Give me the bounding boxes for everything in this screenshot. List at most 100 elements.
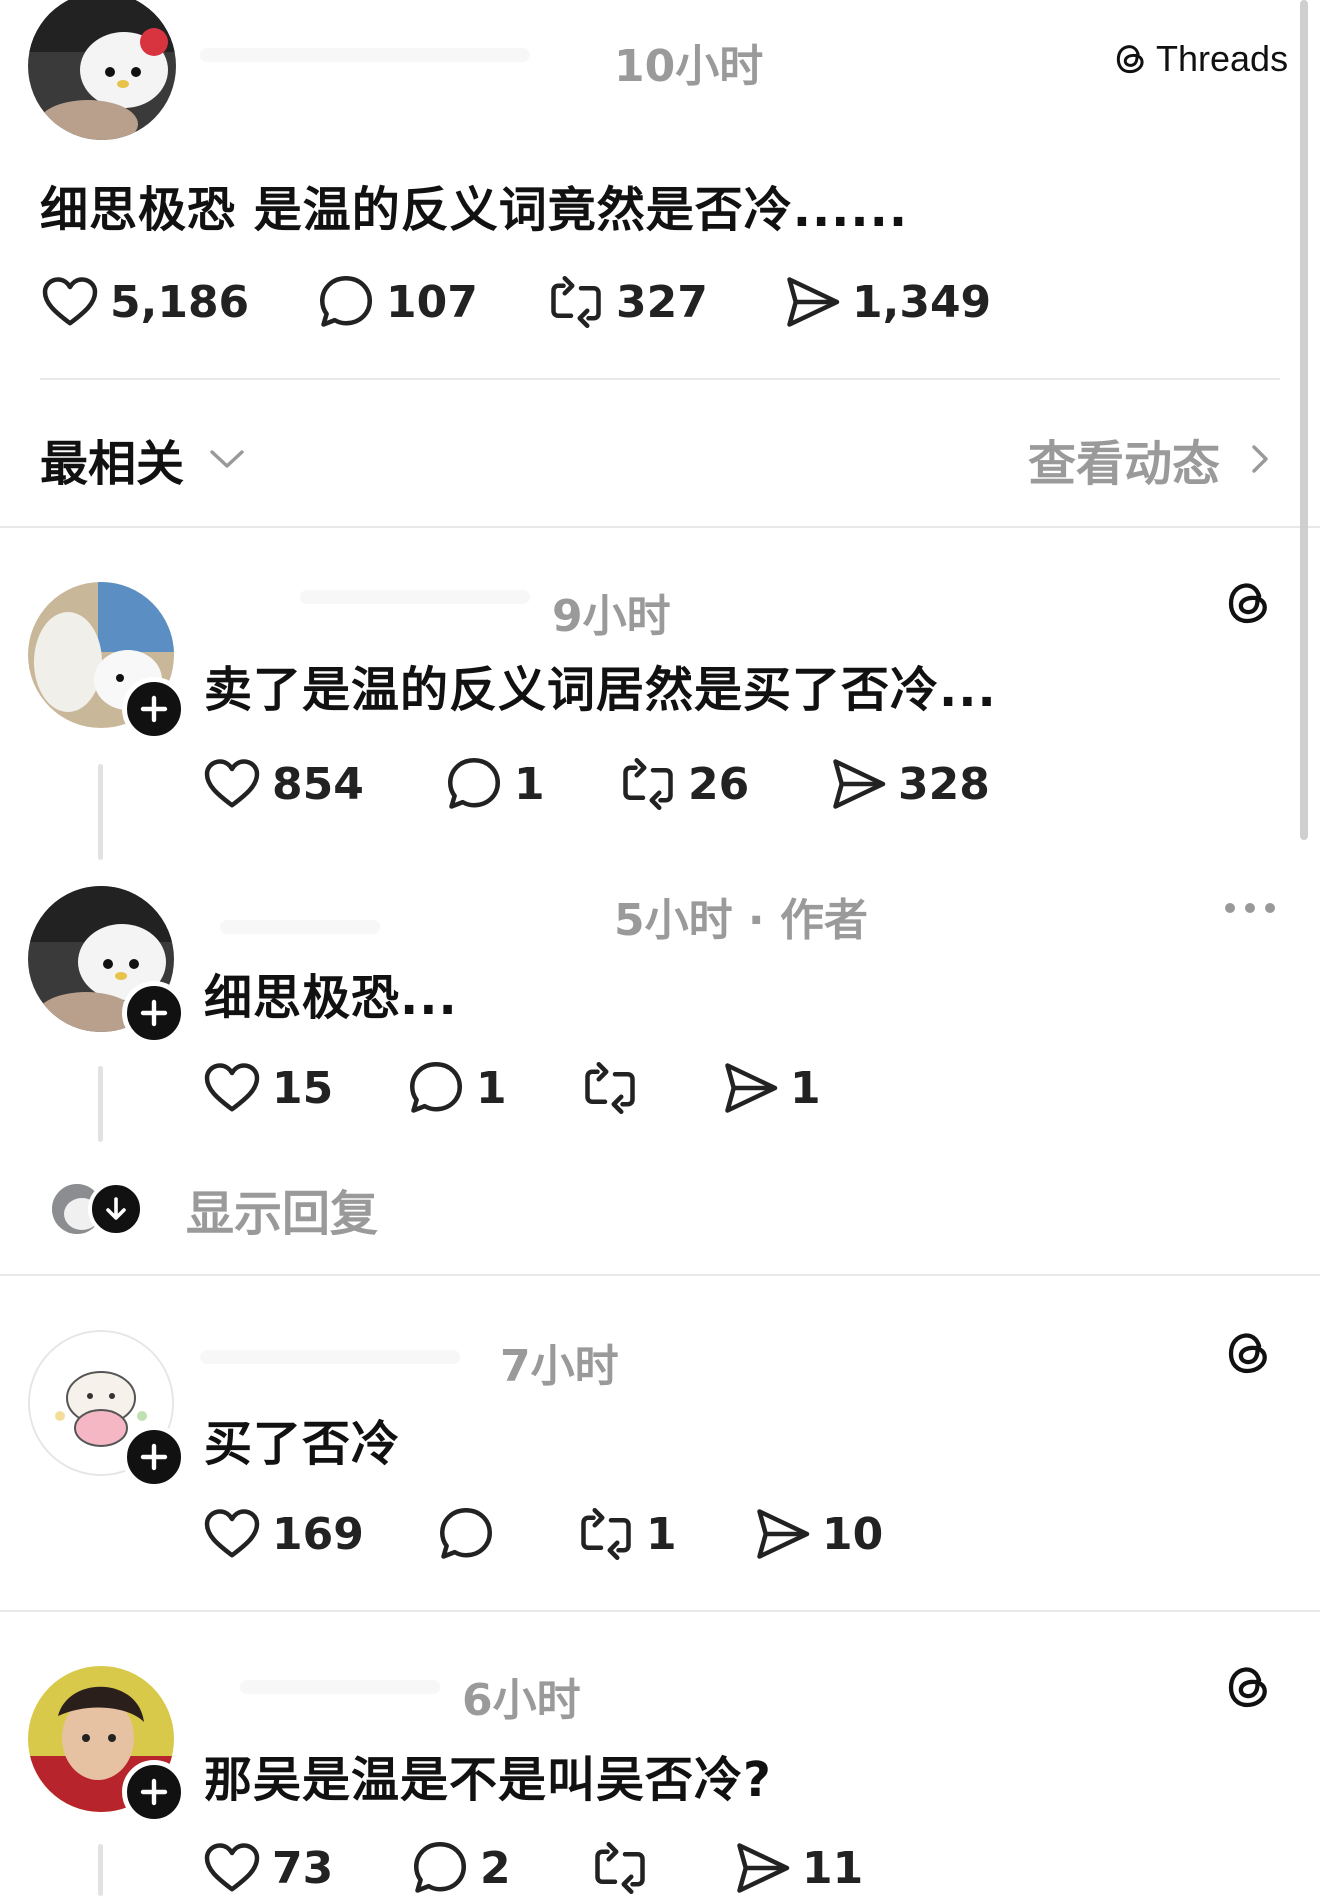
commenter-name-redacted <box>200 1350 460 1364</box>
repost-button[interactable] <box>590 1836 660 1900</box>
heart-icon <box>202 754 262 814</box>
threads-logo-icon[interactable] <box>1222 576 1276 630</box>
chevron-right-icon <box>1252 445 1268 473</box>
share-button[interactable]: 1,349 <box>782 270 991 334</box>
repost-button[interactable] <box>580 1056 650 1120</box>
commenter-name-redacted <box>240 1680 440 1694</box>
threads-logo-icon <box>1112 40 1150 78</box>
share-count: 11 <box>802 1842 864 1894</box>
like-count: 73 <box>272 1842 334 1894</box>
repost-count: 26 <box>688 758 750 810</box>
reply-button[interactable]: 1 <box>444 752 545 816</box>
reply-count: 1 <box>514 758 545 810</box>
thread-line <box>98 1844 103 1896</box>
share-button[interactable]: 328 <box>828 752 990 816</box>
share-button[interactable]: 11 <box>732 1836 863 1900</box>
follow-button[interactable] <box>122 1760 186 1824</box>
post-time: 10小时 <box>614 41 764 92</box>
follow-button[interactable] <box>122 677 186 741</box>
repost-icon <box>618 754 678 814</box>
post-text: 细思极恐 是温的反义词竟然是否冷...... <box>40 182 909 238</box>
reply-button[interactable]: 107 <box>316 270 478 334</box>
like-button[interactable]: 854 <box>202 752 364 816</box>
repost-icon <box>576 1504 636 1564</box>
show-replies-button[interactable]: 显示回复 <box>52 1180 378 1242</box>
like-button[interactable]: 5,186 <box>40 270 249 334</box>
like-button[interactable]: 169 <box>202 1502 364 1566</box>
plus-icon <box>134 689 174 729</box>
repost-icon <box>590 1838 650 1898</box>
author-avatar[interactable] <box>28 0 176 140</box>
speech-bubble-icon <box>316 272 376 332</box>
like-button[interactable]: 73 <box>202 1836 333 1900</box>
speech-bubble-icon <box>410 1838 470 1898</box>
comment-text: 细思极恐... <box>204 970 458 1026</box>
threads-logo-icon[interactable] <box>1222 1326 1276 1380</box>
threads-brand-label: Threads <box>1156 38 1289 79</box>
share-button[interactable]: 10 <box>752 1502 883 1566</box>
thread-line <box>98 1066 103 1142</box>
repost-icon <box>546 272 606 332</box>
repost-count: 327 <box>616 276 708 328</box>
comment-text: 买了否冷 <box>204 1416 401 1472</box>
comment-time: 9小时 <box>552 591 671 642</box>
reply-button[interactable]: 2 <box>410 1836 511 1900</box>
repost-button[interactable]: 26 <box>618 752 749 816</box>
repost-button[interactable]: 327 <box>546 270 708 334</box>
section-divider <box>0 1274 1320 1276</box>
comment-text: 卖了是温的反义词居然是买了否冷... <box>204 662 997 718</box>
show-replies-label: 显示回复 <box>186 1186 379 1242</box>
repost-button[interactable]: 1 <box>576 1502 677 1566</box>
heart-icon <box>202 1504 262 1564</box>
sort-label: 最相关 <box>40 436 185 492</box>
commenter-name-redacted <box>220 920 380 934</box>
reply-count: 107 <box>386 276 478 328</box>
comment-time: 5小时 · 作者 <box>614 895 868 946</box>
commenter-name-redacted <box>300 590 530 604</box>
repost-count: 1 <box>646 1508 677 1560</box>
heart-icon <box>202 1058 262 1118</box>
reply-count: 2 <box>480 1842 511 1894</box>
heart-icon <box>40 272 100 332</box>
reply-button[interactable] <box>436 1502 506 1566</box>
arrow-down-icon <box>88 1181 144 1237</box>
comment-time: 6小时 <box>462 1675 581 1726</box>
share-button[interactable]: 1 <box>720 1056 821 1120</box>
share-count: 1 <box>790 1062 821 1114</box>
heart-icon <box>202 1838 262 1898</box>
send-icon <box>720 1058 780 1118</box>
view-activity-label: 查看动态 <box>1028 436 1221 492</box>
send-icon <box>828 754 888 814</box>
like-count: 169 <box>272 1508 364 1560</box>
share-count: 328 <box>898 758 990 810</box>
more-dots-icon[interactable] <box>1222 898 1278 918</box>
thread-line <box>98 764 103 860</box>
view-activity-link[interactable]: 查看动态 <box>1028 424 1278 494</box>
repost-icon <box>580 1058 640 1118</box>
like-button[interactable]: 15 <box>202 1056 333 1120</box>
speech-bubble-icon <box>406 1058 466 1118</box>
reply-count: 1 <box>476 1062 507 1114</box>
chevron-down-icon <box>210 450 244 468</box>
threads-brand[interactable]: Threads <box>1112 38 1288 80</box>
section-divider <box>0 1610 1320 1612</box>
comment-time: 7小时 <box>500 1341 619 1392</box>
follow-button[interactable] <box>122 1425 186 1489</box>
speech-bubble-icon <box>444 754 504 814</box>
section-divider <box>0 526 1320 528</box>
author-name-redacted <box>200 48 530 62</box>
send-icon <box>752 1504 812 1564</box>
reply-button[interactable]: 1 <box>406 1056 507 1120</box>
send-icon <box>782 272 842 332</box>
plus-icon <box>134 993 174 1033</box>
like-count: 854 <box>272 758 364 810</box>
sort-dropdown[interactable]: 最相关 <box>40 424 248 494</box>
speech-bubble-icon <box>436 1504 496 1564</box>
threads-logo-icon[interactable] <box>1222 1660 1276 1714</box>
send-icon <box>732 1838 792 1898</box>
scrollbar[interactable] <box>1300 0 1308 840</box>
plus-icon <box>134 1772 174 1812</box>
share-count: 1,349 <box>852 276 992 328</box>
follow-button[interactable] <box>122 981 186 1045</box>
like-count: 5,186 <box>110 276 250 328</box>
